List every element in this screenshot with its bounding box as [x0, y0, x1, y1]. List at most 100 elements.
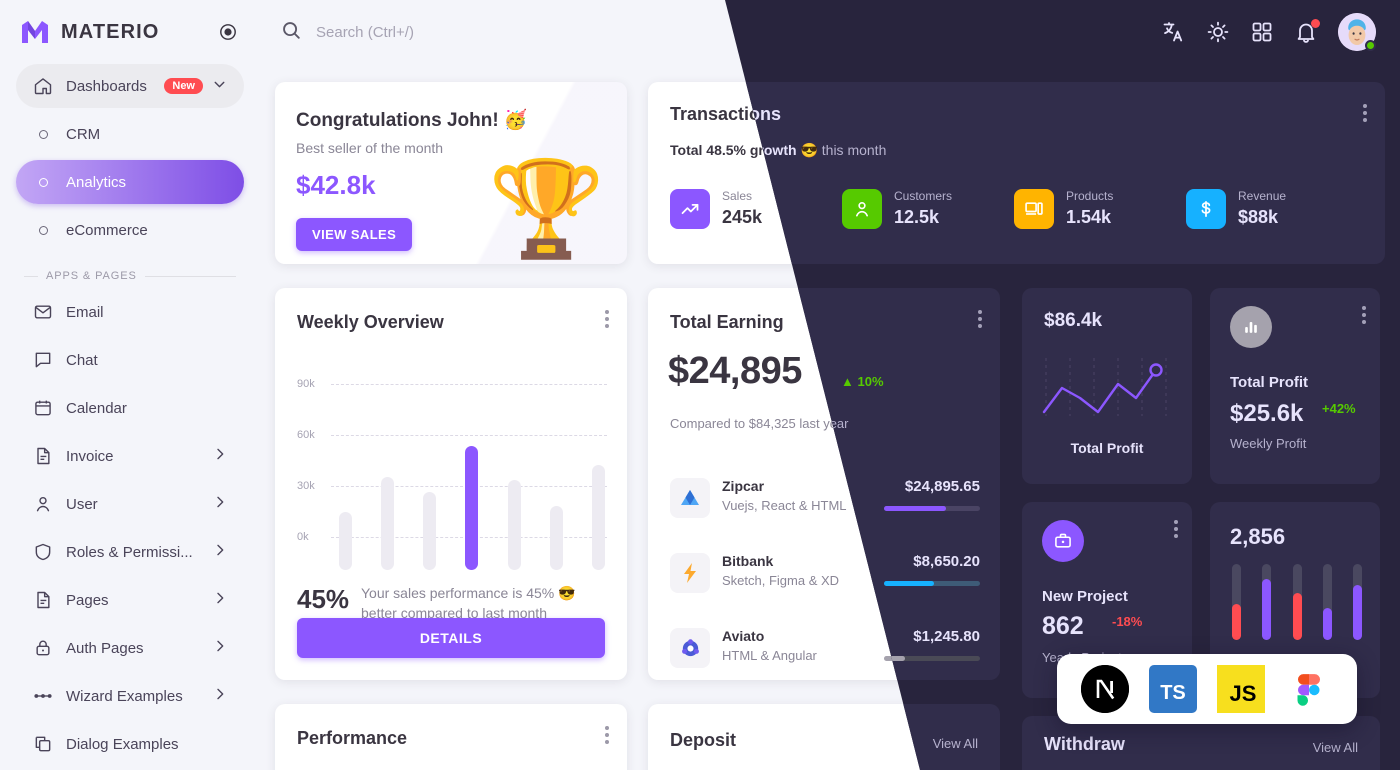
sidebar-item-wizard-examples[interactable]: Wizard Examples [16, 674, 244, 718]
chevron-right-icon[interactable] [212, 494, 228, 514]
sidebar-item-label: eCommerce [66, 221, 148, 239]
zipcar-logo [670, 478, 710, 518]
sidebar-item-label: Analytics [66, 173, 127, 191]
sidebar-item-user[interactable]: User [16, 482, 244, 526]
total-earning-card: Total Earning $24,895 ▲ 10% Compared to … [648, 288, 1000, 680]
weekly-overview-title: Weekly Overview [297, 312, 444, 332]
y-tick-label: 30k [297, 480, 315, 492]
congratulations-subtitle: Best seller of the month [296, 140, 444, 156]
chevron-down-icon[interactable] [211, 76, 228, 97]
sunglasses-emoji-icon: 😎 [800, 142, 818, 158]
bar-tu[interactable] [381, 477, 395, 570]
theme-toggle-icon[interactable] [1206, 20, 1230, 44]
radio-pin-icon[interactable] [218, 22, 238, 42]
bar-fr[interactable] [507, 480, 521, 570]
brand[interactable]: MATERIO [0, 0, 260, 64]
more-vertical-icon[interactable] [605, 726, 609, 747]
chevron-right-icon[interactable] [212, 446, 228, 466]
chevron-right-icon[interactable] [212, 542, 228, 562]
tech-stack-floating-card: TS JS [1057, 654, 1357, 724]
sidebar-item-dialog-examples[interactable]: Dialog Examples [16, 722, 244, 766]
earning-progress-fill [884, 656, 906, 661]
sidebar-item-label: Invoice [66, 447, 114, 465]
view-sales-button[interactable]: VIEW SALES [296, 218, 413, 251]
sidebar-item-label: Email [66, 303, 104, 321]
notification-bell-icon[interactable] [1294, 19, 1320, 44]
stat-sales: Sales 245k [670, 188, 842, 229]
bitbank-logo [670, 553, 710, 593]
sidebar-section-apps-pages: APPS & PAGES [24, 270, 236, 282]
apps-grid-icon[interactable] [1250, 20, 1274, 44]
deposit-card: Deposit View All [648, 704, 1000, 770]
chevron-right-icon[interactable] [212, 686, 228, 706]
sidebar-item-dashboards[interactable]: Dashboards New [16, 64, 244, 108]
transactions-card: Transactions Total 48.5% growth 😎 this m… [648, 82, 1385, 264]
javascript-logo[interactable]: JS [1217, 665, 1265, 713]
deposit-view-all-link[interactable]: View All [933, 736, 978, 751]
earning-row-zipcar: Zipcar Vuejs, React & HTML $24,895.65 [670, 478, 980, 528]
sidebar-item-label: Chat [66, 351, 98, 369]
bar-we[interactable] [423, 492, 437, 570]
total-earning-delta: ▲ 10% [841, 374, 884, 389]
congratulations-amount: $42.8k [296, 170, 376, 200]
stat-products: Products 1.54k [1014, 188, 1186, 229]
transactions-period: this month [821, 142, 887, 158]
figma-logo[interactable] [1285, 665, 1333, 713]
sidebar-item-analytics[interactable]: Analytics [16, 160, 244, 204]
materio-m-logo [20, 19, 50, 45]
transactions-subtitle: Total 48.5% growth 😎 this month [670, 142, 886, 159]
stat-value: $88k [1238, 206, 1279, 227]
stat-label: Customers [894, 189, 953, 203]
bar-su[interactable] [591, 465, 605, 570]
gridline [331, 384, 607, 385]
home-icon [32, 75, 54, 97]
nextjs-logo[interactable] [1081, 665, 1129, 713]
sidebar-item-crm[interactable]: CRM [16, 112, 244, 156]
more-vertical-icon[interactable] [605, 310, 609, 331]
transactions-title: Transactions [670, 104, 782, 124]
trophy-icon: 🏆 [487, 156, 605, 261]
bar-th[interactable] [465, 446, 479, 570]
avatar[interactable] [1338, 13, 1376, 51]
bar-sa[interactable] [549, 506, 563, 570]
chevron-right-icon[interactable] [212, 638, 228, 658]
translate-icon[interactable] [1162, 20, 1186, 44]
dots-connector-icon [32, 685, 54, 707]
more-vertical-icon[interactable] [978, 310, 982, 331]
page-title: Congratulations John! 🥳 [296, 110, 528, 131]
sidebar-item-pages[interactable]: Pages [16, 578, 244, 622]
sidebar-item-email[interactable]: Email [16, 290, 244, 334]
bar-mo[interactable] [339, 512, 352, 570]
sidebar-item-auth-pages[interactable]: Auth Pages [16, 626, 244, 670]
more-vertical-icon[interactable] [1363, 104, 1367, 125]
sidebar-item-label: Wizard Examples [66, 687, 183, 705]
typescript-logo[interactable]: TS [1149, 665, 1197, 713]
search-icon [280, 19, 302, 46]
chevron-right-icon[interactable] [212, 590, 228, 610]
aviato-logo [670, 628, 710, 668]
file-text-icon [32, 589, 54, 611]
sidebar-item-label: Dialog Examples [66, 735, 179, 753]
earning-tech: HTML & Angular [722, 648, 817, 663]
transactions-stats: Sales 245k Customers 12.5k Products 1.54… [670, 188, 1370, 229]
search-box[interactable] [280, 19, 1162, 46]
sidebar-item-invoice[interactable]: Invoice [16, 434, 244, 478]
sidebar-item-roles-permissions[interactable]: Roles & Permissi... [16, 530, 244, 574]
caret-up-icon: ▲ [841, 374, 854, 389]
y-tick-label: 90k [297, 378, 315, 390]
sidebar-item-label: CRM [66, 125, 101, 143]
weekly-overview-card: Weekly Overview 90k 60k 30k 0k 45% Your … [275, 288, 627, 680]
section-label-text: APPS & PAGES [46, 270, 137, 282]
earning-name: Zipcar [722, 478, 765, 494]
search-input[interactable] [316, 23, 716, 41]
header-icons [1162, 13, 1376, 51]
sidebar-item-chat[interactable]: Chat [16, 338, 244, 382]
sidebar-item-calendar[interactable]: Calendar [16, 386, 244, 430]
stat-label: Sales [722, 189, 753, 203]
details-button[interactable]: DETAILS [297, 618, 605, 658]
sidebar-item-ecommerce[interactable]: eCommerce [16, 208, 244, 252]
congratulations-card: Congratulations John! 🥳 Best seller of t… [275, 82, 627, 264]
svg-text:JS: JS [1230, 681, 1257, 706]
weekly-percent: 45% [297, 584, 350, 614]
top-header [260, 0, 1400, 64]
